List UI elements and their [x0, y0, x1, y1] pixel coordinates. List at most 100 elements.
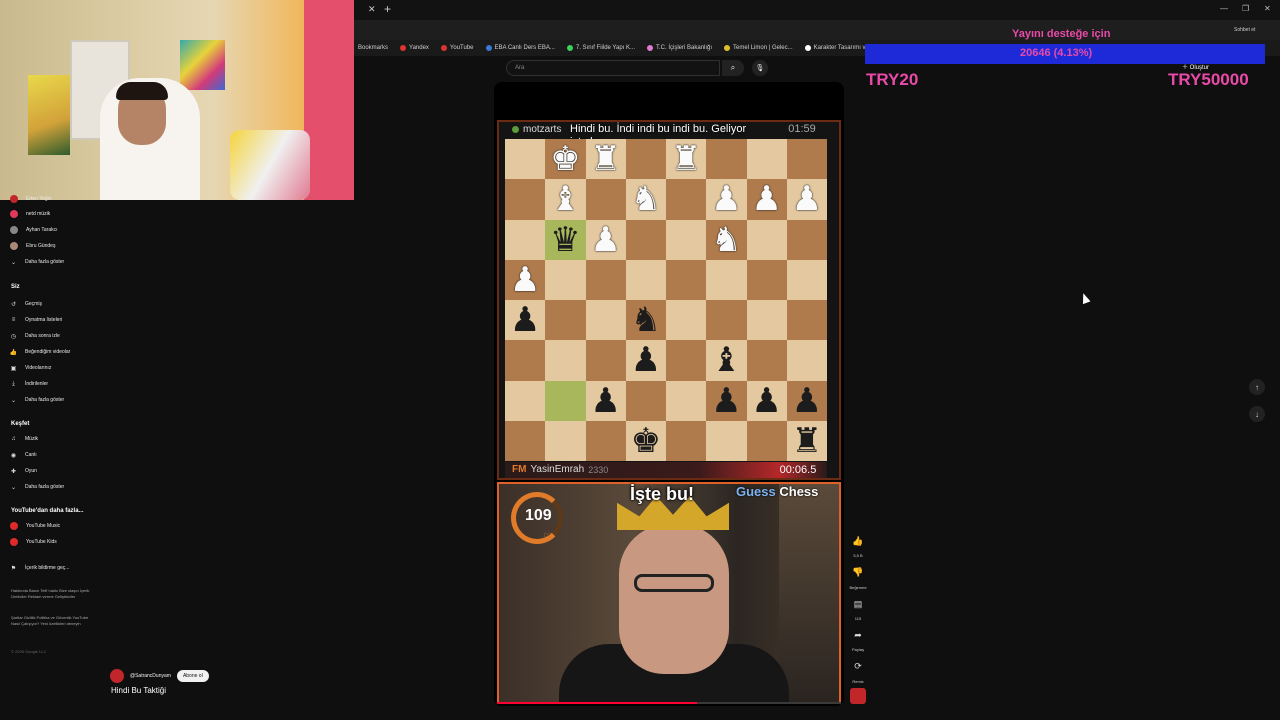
black-rook-icon: ♜	[791, 420, 823, 461]
sidebar-item-live[interactable]: ◉ Canlı	[10, 450, 37, 460]
sidebar-subscription[interactable]: Ayhan Tarakcı	[10, 225, 58, 235]
close-tab-icon[interactable]: ✕	[368, 4, 376, 15]
sidebar-item-gaming[interactable]: ✚ Oyun	[10, 466, 37, 476]
thumbs-up-icon: 👍	[9, 349, 18, 356]
board-square	[505, 340, 546, 381]
voice-search-button[interactable]: 🎙	[752, 60, 768, 76]
board-square	[505, 420, 546, 461]
bookmark-icon	[400, 45, 407, 51]
sidebar-item-music[interactable]: ♫ Müzik	[10, 434, 38, 444]
channel-thumbnail[interactable]	[850, 688, 866, 704]
chess-board: ♚ ♜ ♜ ♝ ♞ ♟ ♟ ♟ ♛ ♟ ♞ ♟ ♟ ♞ ♟ ♝ ♟ ♟ ♟ ♟ ♚ ♜	[505, 139, 827, 461]
show-more-button[interactable]: ⌄ Daha fazla göster	[10, 395, 64, 405]
board-square: ♟	[505, 300, 546, 341]
top-player-name: motzarts	[523, 124, 562, 135]
share-icon[interactable]: ➦	[850, 630, 866, 641]
music-icon: ♫	[11, 436, 16, 442]
new-tab-icon[interactable]: +	[384, 2, 391, 16]
sidebar-item-playlists[interactable]: ≡ Oynatma listeleri	[10, 315, 63, 325]
sidebar-subscription[interactable]: Ebru Gündeş	[10, 241, 55, 251]
dislike-icon[interactable]: 👎	[850, 567, 866, 578]
gamepad-icon: ✚	[10, 468, 17, 475]
board-square: ♟	[786, 179, 827, 220]
sidebar-item-liked[interactable]: 👍 Beğendiğim videolar	[9, 347, 71, 357]
avatar	[10, 210, 18, 218]
next-short-button[interactable]: ↓	[1249, 406, 1265, 422]
board-square	[746, 340, 787, 381]
black-queen-icon: ♛	[550, 219, 581, 260]
chat-button[interactable]: Sohbet et	[1234, 27, 1255, 33]
board-square	[666, 420, 707, 461]
bookmark-item[interactable]: Temel Limon | Gelec...	[724, 45, 793, 51]
board-square: ♚	[545, 139, 586, 180]
glasses	[634, 574, 714, 592]
white-rook-icon: ♜	[670, 139, 702, 180]
avatar	[10, 226, 18, 234]
board-square: ♟	[585, 380, 626, 421]
bookmark-item[interactable]: Yandex	[400, 45, 429, 51]
bookmark-item[interactable]: T.C. İçişleri Bakanlığı	[647, 45, 712, 51]
bookmark-icon	[804, 45, 811, 51]
sidebar-item-youtube-music[interactable]: YouTube Music	[10, 521, 60, 531]
clock-icon: ◷	[10, 333, 17, 340]
board-square	[666, 300, 707, 341]
bookmark-item[interactable]: Bookmarks	[358, 45, 388, 51]
show-more-button[interactable]: ⌄ Daha fazla göster	[10, 482, 64, 492]
chevron-down-icon: ⌄	[10, 259, 17, 266]
board-square: ♟	[585, 219, 626, 260]
board-square: ♟	[746, 380, 787, 421]
bookmark-item[interactable]: EBA Canlı Ders EBA...	[485, 45, 555, 51]
search-input[interactable]: Ara	[506, 60, 720, 76]
footer-links[interactable]: Hakkında Basın Telif hakkı Bize ulaşın İ…	[11, 588, 91, 600]
bookmark-item[interactable]: 7. Sınıf Fiilde Yapı K...	[566, 45, 635, 51]
search-button[interactable]: ⌕	[722, 60, 744, 76]
show-more-button[interactable]: ⌄ Daha fazla göster	[10, 257, 64, 267]
like-icon[interactable]: 👍	[850, 536, 866, 547]
channel-info: @SatrancDunyam Abone ol	[110, 669, 209, 683]
section-heading-you[interactable]: Siz	[11, 284, 20, 290]
previous-short-button[interactable]: ↑	[1249, 379, 1265, 395]
sidebar-item-youtube-kids[interactable]: YouTube Kids	[10, 537, 57, 547]
comment-count: 115	[854, 616, 862, 621]
board-square: ♝	[706, 340, 747, 381]
footer-links[interactable]: Şartlar Gizlilik Politika ve Güvenlik Yo…	[11, 615, 91, 627]
sidebar-item-your-videos[interactable]: ▣ Videolarınız	[10, 363, 52, 373]
board-square: ♚	[625, 420, 666, 461]
board-square: ♟	[706, 380, 747, 421]
board-square	[746, 420, 787, 461]
channel-handle[interactable]: @SatrancDunyam	[130, 673, 171, 679]
dislike-label: Beğenme	[849, 585, 867, 590]
maximize-icon[interactable]: ❐	[1242, 4, 1249, 13]
board-square: ♞	[625, 179, 666, 220]
sidebar-subscription[interactable]: Erten Yeğin	[10, 194, 52, 204]
channel-logo[interactable]	[110, 669, 124, 683]
sidebar: Erten Yeğin netd müzik Ayhan Tarakcı Ebr…	[0, 192, 100, 720]
sidebar-item-report[interactable]: ⚑ İçerik bildirme geç...	[10, 563, 70, 573]
live-icon: ◉	[10, 452, 17, 459]
history-icon: ↺	[10, 301, 17, 308]
section-heading-explore: Keşfet	[11, 421, 30, 427]
black-knight-icon: ♞	[630, 300, 662, 341]
bookmark-item[interactable]: YouTube	[440, 45, 474, 51]
window-close-icon[interactable]: ✕	[1264, 4, 1271, 13]
streamer-hair	[116, 82, 168, 100]
subscribe-button[interactable]: Abone ol	[176, 670, 209, 682]
remix-icon[interactable]: ⟳	[850, 661, 866, 672]
comment-icon[interactable]: ▤	[850, 599, 866, 610]
bookmark-item[interactable]: Karakter Tasarımı v...	[804, 45, 870, 51]
board-square: ♞	[706, 219, 747, 260]
top-player-clock: 01:59	[788, 123, 816, 135]
sidebar-item-watch-later[interactable]: ◷ Daha sonra izle	[10, 331, 60, 341]
board-square	[505, 219, 546, 260]
sidebar-item-history[interactable]: ↺ Geçmiş	[10, 299, 42, 309]
sidebar-item-downloads[interactable]: ⤓ İndirilenler	[10, 379, 48, 389]
board-square	[625, 139, 666, 180]
download-icon: ⤓	[12, 380, 15, 387]
board-square: ♟	[505, 259, 546, 300]
arrow-down-icon: ↓	[1255, 409, 1259, 419]
bookmark-icon	[566, 45, 573, 51]
sidebar-subscription[interactable]: netd müzik	[10, 209, 50, 219]
minimize-icon[interactable]: —	[1220, 4, 1228, 13]
short-title[interactable]: Hindi Bu Taktiği	[111, 686, 166, 695]
white-bishop-icon: ♝	[550, 179, 581, 220]
